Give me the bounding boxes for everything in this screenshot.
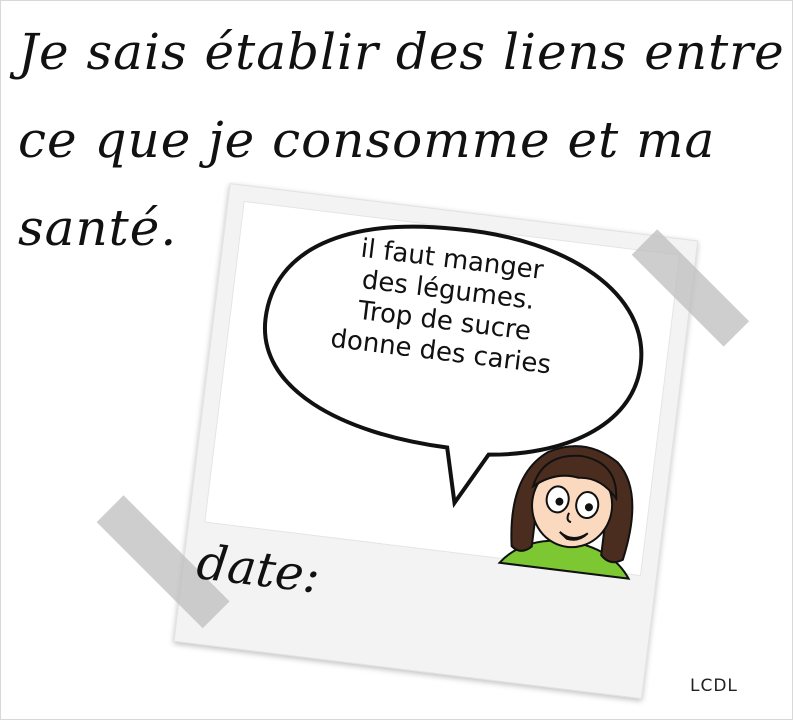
credit-text: LCDL bbox=[690, 676, 738, 696]
heading-line-2: ce que je consomme et ma bbox=[18, 111, 716, 169]
heading-line-1: Je sais établir des liens entre bbox=[18, 23, 785, 81]
polaroid-card: il faut manger des légumes. Trop de sucr… bbox=[96, 183, 750, 700]
girl-illustration bbox=[497, 445, 634, 580]
